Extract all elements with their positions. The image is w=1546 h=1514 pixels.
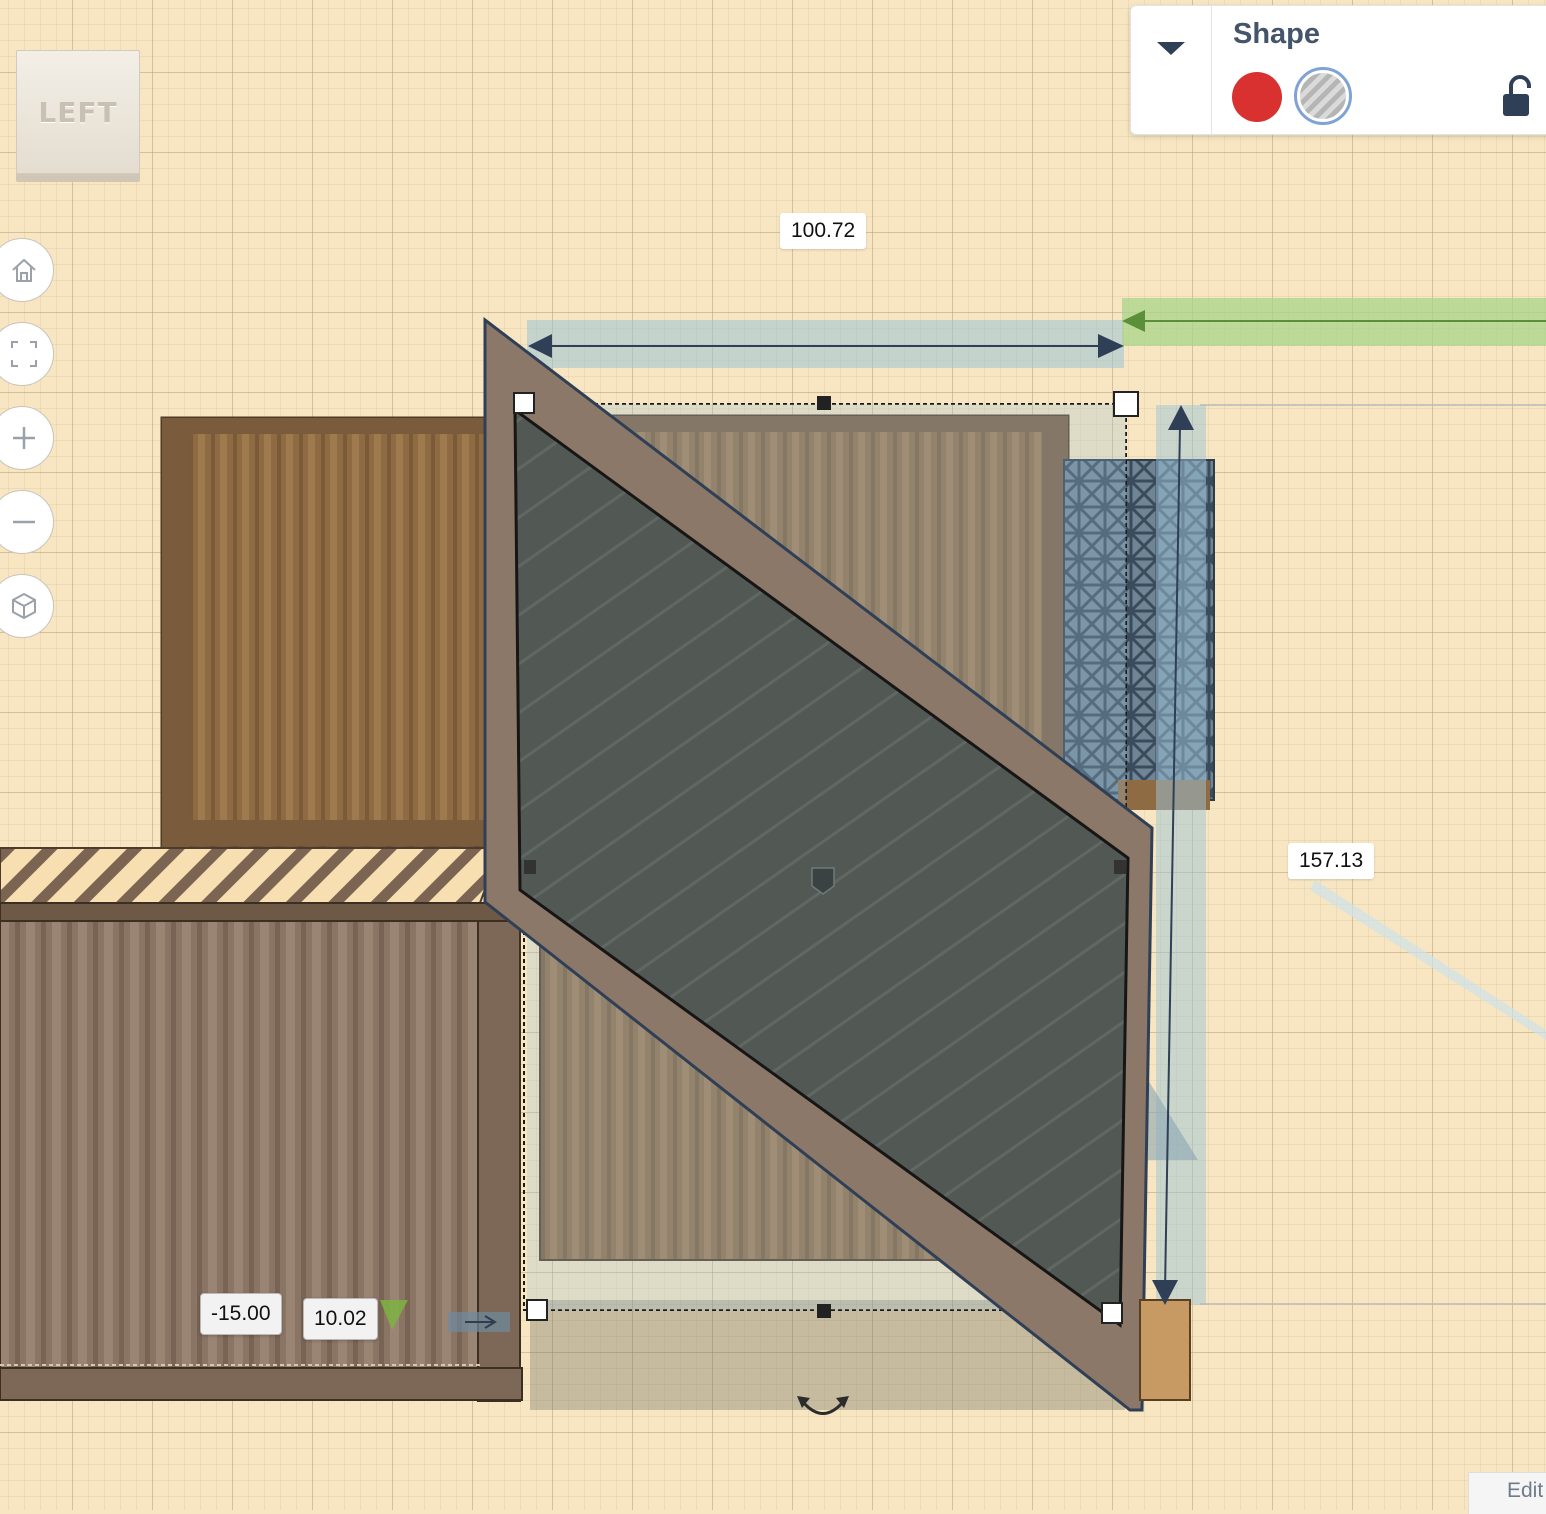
resize-handle-top-right[interactable] <box>1113 391 1139 417</box>
edit-grid-button[interactable]: Edit <box>1468 1472 1546 1514</box>
chevron-down-icon <box>1157 42 1185 55</box>
resize-handle-bottom-right[interactable] <box>1101 1302 1123 1324</box>
resize-handle-right-mid[interactable] <box>1114 860 1126 874</box>
plus-icon <box>13 427 35 449</box>
panel-title: Shape <box>1233 18 1321 50</box>
depth-offset-input[interactable]: 10.02 <box>303 1298 378 1340</box>
width-dimension-label[interactable]: 100.72 <box>780 213 867 249</box>
resize-handle-left-mid[interactable] <box>524 860 536 874</box>
pallet <box>1139 1299 1191 1401</box>
panel-divider <box>1211 6 1212 134</box>
minus-icon <box>13 520 35 524</box>
fit-view-icon <box>11 341 37 367</box>
view-cube-face-left[interactable]: LEFT <box>16 50 140 174</box>
scene-3d[interactable] <box>0 0 1546 1510</box>
view-cube-label: LEFT <box>38 95 118 129</box>
hole-pattern-icon <box>1300 73 1346 119</box>
hole-swatch[interactable] <box>1294 67 1352 125</box>
container-back[interactable] <box>160 416 504 850</box>
resize-handle-bottom-left[interactable] <box>526 1299 548 1321</box>
elevation-input[interactable]: -15.00 <box>200 1293 282 1335</box>
resize-handle-bottom-mid[interactable] <box>817 1304 831 1318</box>
height-dimension-label[interactable]: 157.13 <box>1288 843 1375 879</box>
home-icon <box>12 258 36 282</box>
solid-color-swatch[interactable] <box>1232 72 1282 122</box>
view-cube[interactable]: LEFT <box>16 50 140 174</box>
collapse-panel-button[interactable] <box>1151 28 1191 68</box>
shape-inspector-panel: Shape <box>1130 5 1546 135</box>
resize-handle-top-mid[interactable] <box>817 396 831 410</box>
unlock-icon[interactable] <box>1501 74 1535 118</box>
resize-handle-top-left[interactable] <box>513 392 535 414</box>
cube-icon <box>12 592 36 620</box>
